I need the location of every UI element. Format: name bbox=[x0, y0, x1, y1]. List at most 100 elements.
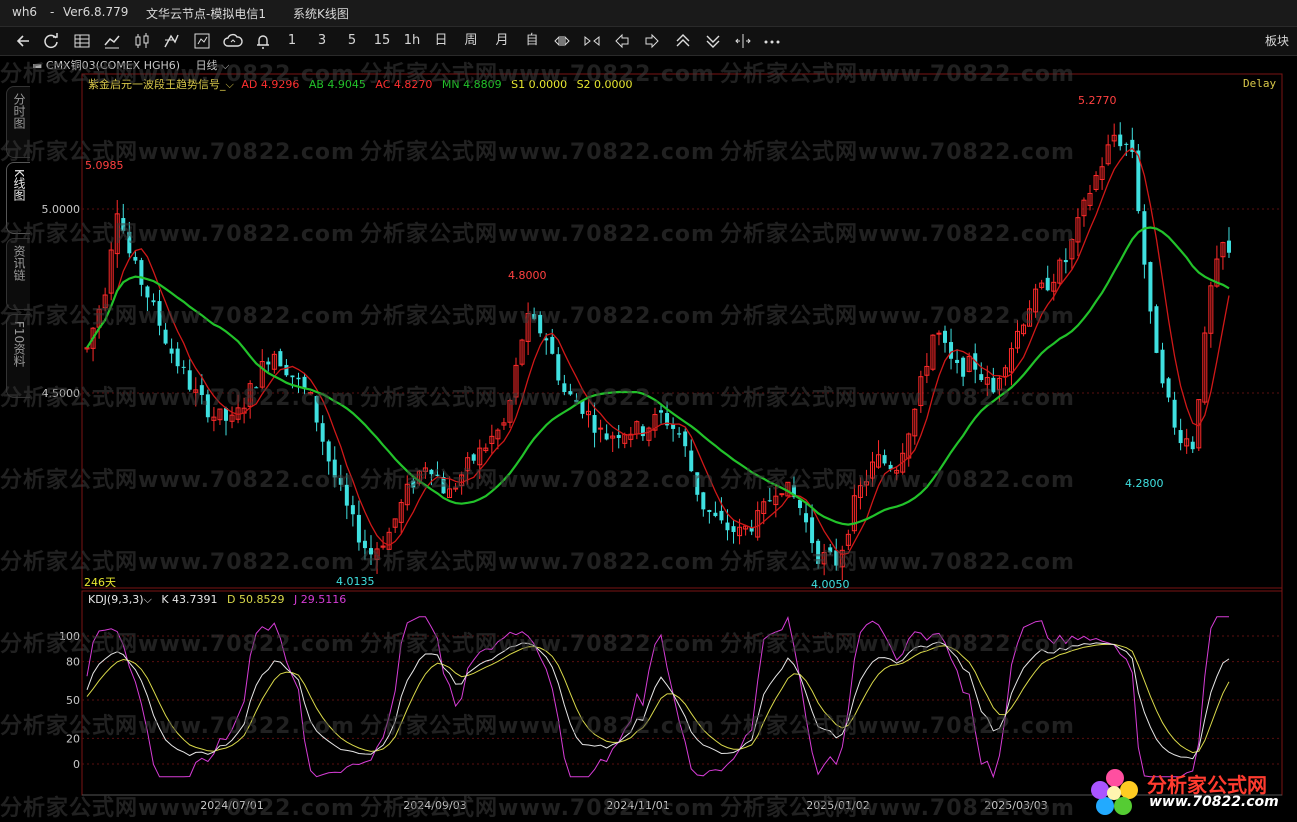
candle-body-down bbox=[338, 477, 343, 485]
kdj-k-value: K 43.7391 bbox=[161, 593, 218, 606]
candle-body-down bbox=[701, 492, 706, 510]
kdj-axis-label: 0 bbox=[73, 758, 80, 771]
candle-body-down bbox=[562, 383, 567, 393]
annotation-low-3: 4.2800 bbox=[1125, 477, 1164, 490]
candle-body-down bbox=[949, 342, 954, 359]
candle-body-down bbox=[1045, 277, 1050, 291]
candle-body-down bbox=[538, 314, 543, 334]
candle-body-down bbox=[683, 431, 688, 447]
candle-body-down bbox=[471, 454, 476, 461]
candle-body-down bbox=[640, 426, 645, 437]
candle-body-down bbox=[441, 476, 446, 494]
date-label: 2024/11/01 bbox=[606, 799, 669, 812]
candle-body-down bbox=[187, 370, 192, 390]
kdj-lines bbox=[86, 615, 1230, 779]
price-label-45: 4.5000 bbox=[42, 387, 81, 400]
candle-body-down bbox=[532, 314, 537, 320]
candles-group bbox=[84, 122, 1231, 581]
candle-body-down bbox=[1226, 240, 1231, 253]
candle-body-down bbox=[121, 218, 126, 231]
candle-body-down bbox=[1172, 399, 1177, 428]
candle-body-down bbox=[828, 547, 833, 553]
candle-body-down bbox=[429, 469, 434, 475]
annotation-days: 246天 bbox=[84, 576, 116, 589]
annotation-low-2: 4.0050 bbox=[811, 578, 850, 591]
candle-body-down bbox=[127, 231, 132, 254]
annotation-high-3: 5.2770 bbox=[1078, 94, 1117, 107]
candle-body-down bbox=[677, 433, 682, 435]
indicator-ad: AD 4.9296 bbox=[241, 78, 300, 91]
indicator-mn: MN 4.8809 bbox=[441, 78, 502, 91]
indicator-name[interactable]: 紫金启元一波段王趋势信号 bbox=[88, 78, 220, 91]
kdj-d-value: D 50.8529 bbox=[227, 593, 285, 606]
candle-body-down bbox=[1160, 349, 1165, 384]
candle-body-down bbox=[1063, 260, 1068, 263]
candle-body-down bbox=[616, 435, 621, 438]
candle-body-up bbox=[779, 493, 785, 496]
kline-chart[interactable]: 5.0000 4.5000 5.0985 4.8000 5.2770 4.0135 4.00… bbox=[0, 0, 1297, 822]
candle-body-down bbox=[604, 433, 609, 440]
candle-body-down bbox=[689, 450, 694, 472]
candle-body-down bbox=[810, 517, 815, 544]
candle-body-down bbox=[266, 361, 271, 365]
candle-body-down bbox=[1142, 211, 1147, 265]
candle-body-down bbox=[979, 374, 984, 381]
candle-body-down bbox=[133, 256, 138, 261]
candle-body-down bbox=[725, 522, 730, 531]
candle-body-down bbox=[1148, 262, 1153, 312]
flower-logo-icon bbox=[1091, 769, 1138, 815]
candle-body-down bbox=[175, 348, 180, 367]
annotation-low-1: 4.0135 bbox=[336, 575, 375, 588]
indicator-s1: S1 0.0000 bbox=[511, 78, 568, 91]
indicator-ab: AB 4.9045 bbox=[308, 78, 366, 91]
date-label: 2024/09/03 bbox=[403, 799, 466, 812]
candle-body-down bbox=[834, 550, 839, 566]
candle-body-down bbox=[550, 336, 555, 354]
date-label: 2024/07/01 bbox=[200, 799, 263, 812]
candle-body-down bbox=[961, 357, 966, 377]
candle-body-down bbox=[713, 512, 718, 517]
indicator-dropdown-icon[interactable]: _⌵ bbox=[220, 78, 234, 91]
candle-body-down bbox=[369, 548, 373, 555]
candle-body-down bbox=[362, 540, 367, 549]
candle-body-down bbox=[435, 474, 440, 476]
candle-body-down bbox=[350, 505, 355, 515]
candle-body-down bbox=[199, 385, 204, 395]
kdj-axis-label: 100 bbox=[59, 630, 80, 643]
candle-body-down bbox=[223, 408, 228, 421]
kdj-legend: KDJ(9,3,3)⌵ K 43.7391 D 50.8529 J 29.511… bbox=[88, 593, 346, 607]
candle-body-down bbox=[1124, 143, 1129, 145]
candle-body-up bbox=[598, 427, 604, 430]
kdj-label[interactable]: KDJ(9,3,3) bbox=[88, 593, 144, 606]
kdj-j-value: J 29.5116 bbox=[294, 593, 347, 606]
indicator-legend: 紫金启元一波段王趋势信号_⌵ AD 4.9296 AB 4.9045 AC 4.… bbox=[88, 76, 633, 92]
candle-body-down bbox=[943, 330, 947, 343]
kdj-axis-label: 80 bbox=[66, 656, 80, 669]
candle-body-down bbox=[767, 500, 772, 502]
candle-body-down bbox=[139, 260, 144, 285]
candle-body-down bbox=[320, 423, 325, 442]
candle-body-down bbox=[205, 394, 210, 418]
candle-body-down bbox=[332, 459, 337, 478]
candle-body-down bbox=[580, 400, 585, 414]
candle-body-down bbox=[284, 364, 289, 376]
candle-body-down bbox=[955, 359, 960, 364]
candle-body-down bbox=[695, 472, 700, 495]
price-label-5: 5.0000 bbox=[42, 203, 81, 216]
candle-body-up bbox=[453, 487, 459, 490]
delay-badge: Delay bbox=[1243, 77, 1277, 90]
site-logo: 分析家公式网 www.70822.com bbox=[1087, 764, 1292, 818]
candle-body-down bbox=[719, 510, 724, 521]
candle-body-down bbox=[151, 300, 156, 303]
candle-body-down bbox=[592, 415, 597, 433]
candle-body-down bbox=[1178, 430, 1183, 444]
candle-body-down bbox=[707, 509, 712, 512]
date-label: 2025/03/03 bbox=[984, 799, 1047, 812]
indicator-s2: S2 0.0000 bbox=[576, 78, 633, 91]
main-panel-frame bbox=[81, 73, 1283, 589]
candle-body-down bbox=[181, 366, 186, 368]
candle-body-down bbox=[731, 526, 736, 532]
candle-body-down bbox=[991, 377, 996, 393]
kdj-axis-label: 50 bbox=[66, 694, 80, 707]
kdj-dropdown-icon[interactable]: ⌵ bbox=[144, 593, 152, 606]
